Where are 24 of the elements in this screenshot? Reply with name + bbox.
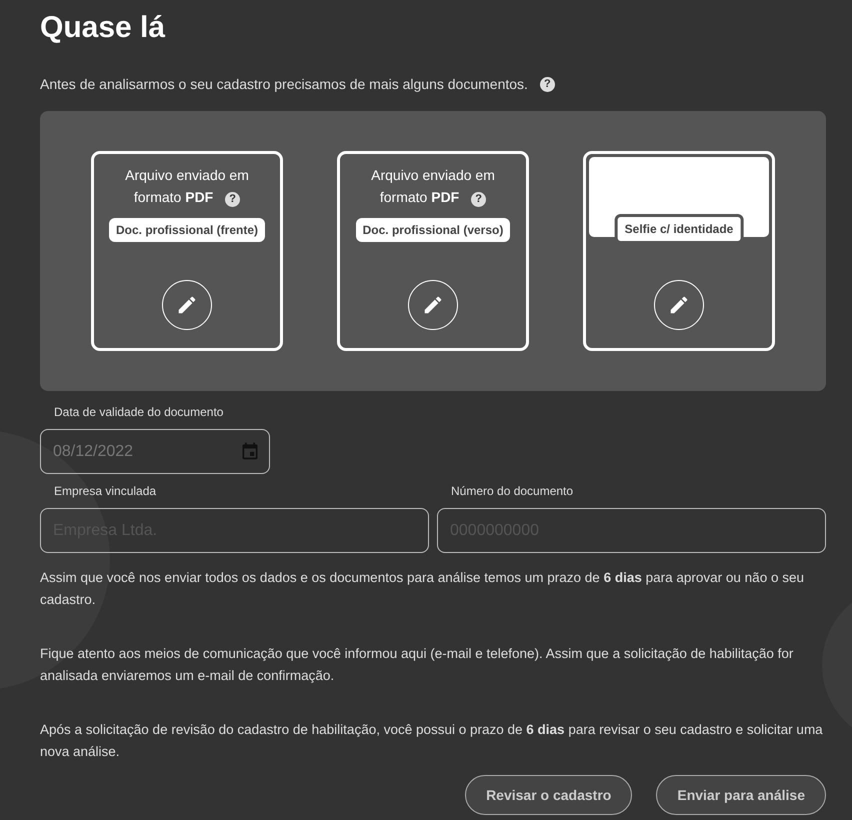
action-button[interactable]: Revisar o cadastro: [465, 775, 632, 815]
field-label: Empresa vinculada: [54, 483, 158, 500]
pencil-icon: [176, 294, 198, 316]
pencil-icon: [668, 294, 690, 316]
edit-button[interactable]: [654, 280, 704, 330]
document-label: Selfie c/ identidade: [614, 214, 744, 244]
help-icon[interactable]: ?: [471, 192, 486, 207]
field-label: Número do documento: [451, 483, 574, 500]
info-paragraph: Após a solicitação de revisão do cadastro de habilitação, você possui o prazo de 6 dias para revisar o seu cadastro e solicitar uma nova análise.: [40, 721, 824, 761]
help-icon[interactable]: ?: [225, 192, 240, 207]
edit-button[interactable]: [408, 280, 458, 330]
intro-text: Antes de analisarmos o seu cadastro precisamos de mais alguns documentos.: [40, 75, 528, 94]
document-label: Doc. profissional (verso): [356, 218, 510, 242]
upload-status: Arquivo enviado em formato PDF ?: [370, 166, 496, 208]
info-paragraph: Assim que você nos enviar todos os dados e os documentos para análise temos um prazo de 6 dias para aprovar ou não o seu cadastro.: [40, 569, 805, 609]
pencil-icon: [422, 294, 444, 316]
help-icon[interactable]: ?: [540, 77, 555, 92]
edit-button[interactable]: [162, 280, 212, 330]
page-title: Quase lá: [40, 10, 166, 46]
field-label: Data de validade do documento: [54, 404, 224, 421]
info-paragraph: Fique atento aos meios de comunicação que você informou aqui (e-mail e telefone). Assim que a solicitação de habilitação for analisada enviaremos um e-mail de confirmação.: [40, 645, 794, 685]
upload-status: Arquivo enviado em formato PDF ?: [124, 166, 250, 208]
action-button[interactable]: Enviar para análise: [656, 775, 826, 815]
document-label: Doc. profissional (frente): [108, 218, 265, 242]
